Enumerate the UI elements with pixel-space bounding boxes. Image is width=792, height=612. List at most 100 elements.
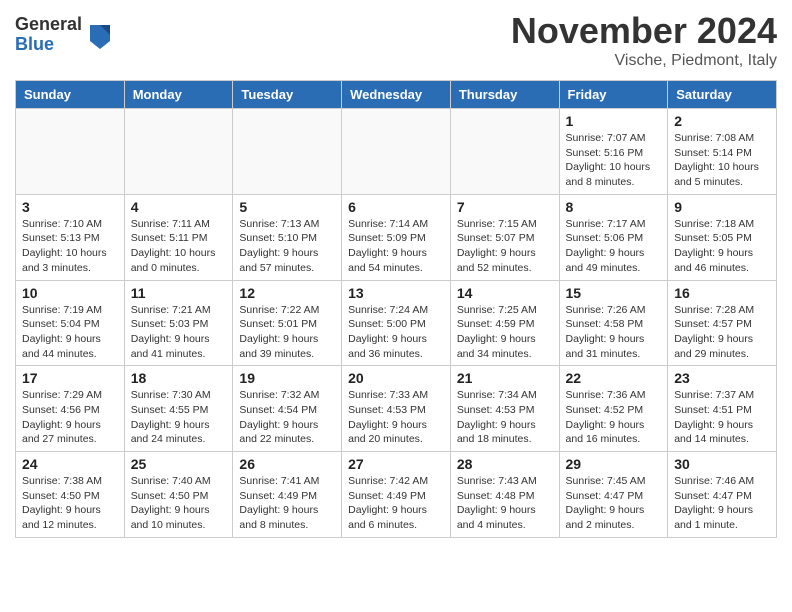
day-number: 24 (22, 456, 118, 472)
day-info: Sunrise: 7:11 AMSunset: 5:11 PMDaylight:… (131, 217, 227, 276)
table-row: 27 Sunrise: 7:42 AMSunset: 4:49 PMDayligh… (342, 452, 451, 538)
logo: General Blue (15, 15, 114, 55)
col-wednesday: Wednesday (342, 81, 451, 109)
day-number: 15 (566, 285, 662, 301)
day-number: 8 (566, 199, 662, 215)
table-row: 9Sunrise: 7:18 AMSunset: 5:05 PMDaylight… (668, 194, 777, 280)
day-number: 2 (674, 113, 770, 129)
table-row: 10Sunrise: 7:19 AMSunset: 5:04 PMDayligh… (16, 280, 125, 366)
day-info: Sunrise: 7:26 AMSunset: 4:58 PMDaylight:… (566, 303, 662, 362)
table-row: 25 Sunrise: 7:40 AMSunset: 4:50 PMDayligh… (124, 452, 233, 538)
day-info: Sunrise: 7:41 AMSunset: 4:49 PMDaylight:… (239, 474, 335, 533)
table-row: 5Sunrise: 7:13 AMSunset: 5:10 PMDaylight… (233, 194, 342, 280)
table-row (233, 109, 342, 195)
col-friday: Friday (559, 81, 668, 109)
col-thursday: Thursday (450, 81, 559, 109)
table-row: 13 Sunrise: 7:24 AMSunset: 5:00 PMDayligh… (342, 280, 451, 366)
day-info: Sunrise: 7:25 AMSunset: 4:59 PMDaylight:… (457, 303, 553, 362)
table-row (450, 109, 559, 195)
table-row: 4 Sunrise: 7:11 AMSunset: 5:11 PMDaylight… (124, 194, 233, 280)
day-info: Sunrise: 7:32 AMSunset: 4:54 PMDaylight:… (239, 388, 335, 447)
table-row: 30Sunrise: 7:46 AMSunset: 4:47 PMDayligh… (668, 452, 777, 538)
day-number: 9 (674, 199, 770, 215)
table-row: 18 Sunrise: 7:30 AMSunset: 4:55 PMDayligh… (124, 366, 233, 452)
table-row: 19Sunrise: 7:32 AMSunset: 4:54 PMDayligh… (233, 366, 342, 452)
title-section: November 2024 Vische, Piedmont, Italy (511, 10, 777, 70)
day-number: 1 (566, 113, 662, 129)
table-row: 3 Sunrise: 7:10 AMSunset: 5:13 PMDaylight… (16, 194, 125, 280)
day-info: Sunrise: 7:21 AMSunset: 5:03 PMDaylight:… (131, 303, 227, 362)
calendar-week-row: 1 Sunrise: 7:07 AMSunset: 5:16 PMDaylight… (16, 109, 777, 195)
page-header: General Blue November 2024 Vische, Piedm… (15, 10, 777, 70)
day-info: Sunrise: 7:28 AMSunset: 4:57 PMDaylight:… (674, 303, 770, 362)
table-row: 24 Sunrise: 7:38 AMSunset: 4:50 PMDayligh… (16, 452, 125, 538)
table-row: 1 Sunrise: 7:07 AMSunset: 5:16 PMDaylight… (559, 109, 668, 195)
day-info: Sunrise: 7:30 AMSunset: 4:55 PMDaylight:… (131, 388, 227, 447)
day-number: 17 (22, 370, 118, 386)
table-row: 28Sunrise: 7:43 AMSunset: 4:48 PMDayligh… (450, 452, 559, 538)
col-tuesday: Tuesday (233, 81, 342, 109)
day-number: 26 (239, 456, 335, 472)
calendar: Sunday Monday Tuesday Wednesday Thursday… (15, 80, 777, 538)
calendar-header-row: Sunday Monday Tuesday Wednesday Thursday… (16, 81, 777, 109)
day-number: 27 (348, 456, 444, 472)
table-row: 16 Sunrise: 7:28 AMSunset: 4:57 PMDayligh… (668, 280, 777, 366)
col-monday: Monday (124, 81, 233, 109)
month-title: November 2024 (511, 10, 777, 52)
day-number: 5 (239, 199, 335, 215)
table-row: 8 Sunrise: 7:17 AMSunset: 5:06 PMDaylight… (559, 194, 668, 280)
calendar-week-row: 17 Sunrise: 7:29 AMSunset: 4:56 PMDayligh… (16, 366, 777, 452)
day-info: Sunrise: 7:33 AMSunset: 4:53 PMDaylight:… (348, 388, 444, 447)
day-info: Sunrise: 7:10 AMSunset: 5:13 PMDaylight:… (22, 217, 118, 276)
logo-text: General Blue (15, 15, 82, 55)
day-info: Sunrise: 7:38 AMSunset: 4:50 PMDaylight:… (22, 474, 118, 533)
day-info: Sunrise: 7:14 AMSunset: 5:09 PMDaylight:… (348, 217, 444, 276)
calendar-week-row: 3 Sunrise: 7:10 AMSunset: 5:13 PMDaylight… (16, 194, 777, 280)
day-info: Sunrise: 7:40 AMSunset: 4:50 PMDaylight:… (131, 474, 227, 533)
table-row: 21 Sunrise: 7:34 AMSunset: 4:53 PMDayligh… (450, 366, 559, 452)
day-info: Sunrise: 7:15 AMSunset: 5:07 PMDaylight:… (457, 217, 553, 276)
col-saturday: Saturday (668, 81, 777, 109)
location: Vische, Piedmont, Italy (511, 52, 777, 70)
table-row: 29Sunrise: 7:45 AMSunset: 4:47 PMDayligh… (559, 452, 668, 538)
day-info: Sunrise: 7:29 AMSunset: 4:56 PMDaylight:… (22, 388, 118, 447)
table-row: 11 Sunrise: 7:21 AMSunset: 5:03 PMDayligh… (124, 280, 233, 366)
day-info: Sunrise: 7:24 AMSunset: 5:00 PMDaylight:… (348, 303, 444, 362)
day-number: 25 (131, 456, 227, 472)
day-info: Sunrise: 7:42 AMSunset: 4:49 PMDaylight:… (348, 474, 444, 533)
day-info: Sunrise: 7:07 AMSunset: 5:16 PMDaylight:… (566, 131, 662, 190)
day-number: 20 (348, 370, 444, 386)
day-number: 4 (131, 199, 227, 215)
day-info: Sunrise: 7:08 AMSunset: 5:14 PMDaylight:… (674, 131, 770, 190)
day-number: 10 (22, 285, 118, 301)
table-row (124, 109, 233, 195)
day-info: Sunrise: 7:22 AMSunset: 5:01 PMDaylight:… (239, 303, 335, 362)
day-number: 16 (674, 285, 770, 301)
day-info: Sunrise: 7:34 AMSunset: 4:53 PMDaylight:… (457, 388, 553, 447)
calendar-week-row: 10Sunrise: 7:19 AMSunset: 5:04 PMDayligh… (16, 280, 777, 366)
table-row: 6 Sunrise: 7:14 AMSunset: 5:09 PMDaylight… (342, 194, 451, 280)
calendar-week-row: 24 Sunrise: 7:38 AMSunset: 4:50 PMDayligh… (16, 452, 777, 538)
logo-blue: Blue (15, 35, 82, 55)
table-row: 17 Sunrise: 7:29 AMSunset: 4:56 PMDayligh… (16, 366, 125, 452)
day-number: 6 (348, 199, 444, 215)
table-row: 15 Sunrise: 7:26 AMSunset: 4:58 PMDayligh… (559, 280, 668, 366)
day-number: 13 (348, 285, 444, 301)
table-row: 23Sunrise: 7:37 AMSunset: 4:51 PMDayligh… (668, 366, 777, 452)
day-number: 22 (566, 370, 662, 386)
day-number: 21 (457, 370, 553, 386)
table-row: 26 Sunrise: 7:41 AMSunset: 4:49 PMDayligh… (233, 452, 342, 538)
table-row: 2 Sunrise: 7:08 AMSunset: 5:14 PMDaylight… (668, 109, 777, 195)
day-number: 7 (457, 199, 553, 215)
day-info: Sunrise: 7:17 AMSunset: 5:06 PMDaylight:… (566, 217, 662, 276)
day-number: 12 (239, 285, 335, 301)
day-number: 11 (131, 285, 227, 301)
table-row (342, 109, 451, 195)
day-number: 3 (22, 199, 118, 215)
day-number: 14 (457, 285, 553, 301)
table-row: 14 Sunrise: 7:25 AMSunset: 4:59 PMDayligh… (450, 280, 559, 366)
day-number: 18 (131, 370, 227, 386)
col-sunday: Sunday (16, 81, 125, 109)
logo-general: General (15, 15, 82, 35)
day-info: Sunrise: 7:37 AMSunset: 4:51 PMDaylight:… (674, 388, 770, 447)
